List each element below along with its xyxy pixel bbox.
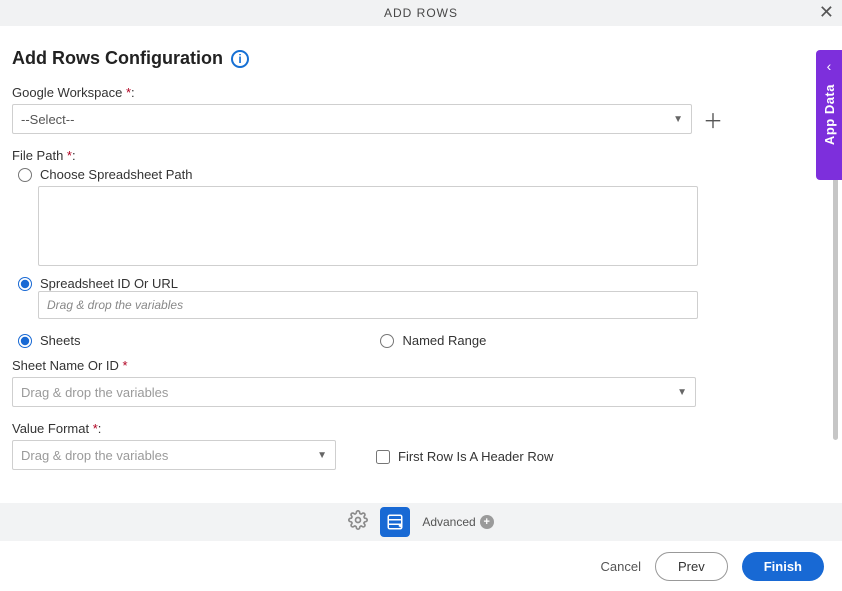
chevron-left-icon: ‹ — [827, 58, 832, 74]
radio-spreadsheet-id-url-label: Spreadsheet ID Or URL — [40, 276, 178, 291]
gear-icon[interactable] — [348, 510, 368, 535]
radio-named-range-label: Named Range — [402, 333, 486, 348]
radio-spreadsheet-id-url-input[interactable] — [18, 277, 32, 291]
chevron-down-icon: ▼ — [317, 450, 327, 461]
radio-sheets[interactable]: Sheets — [18, 333, 80, 348]
radio-sheets-input[interactable] — [18, 334, 32, 348]
cancel-button[interactable]: Cancel — [601, 559, 641, 574]
value-format-placeholder: Drag & drop the variables — [21, 448, 168, 463]
google-workspace-select-value: --Select-- — [21, 112, 74, 127]
sheet-name-field: Sheet Name Or ID * Drag & drop the varia… — [12, 358, 830, 407]
modal-title: ADD ROWS — [384, 6, 458, 20]
radio-choose-spreadsheet-path-input[interactable] — [18, 168, 32, 182]
form-layout-icon[interactable] — [380, 507, 410, 537]
spreadsheet-id-url-input[interactable]: Drag & drop the variables — [38, 291, 698, 319]
file-path-label: File Path *: — [12, 148, 830, 163]
value-format-select[interactable]: Drag & drop the variables ▼ — [12, 440, 336, 470]
advanced-label-text: Advanced — [422, 515, 475, 529]
page-title: Add Rows Configuration i — [12, 48, 830, 69]
prev-button[interactable]: Prev — [655, 552, 728, 581]
google-workspace-select[interactable]: --Select-- ▼ — [12, 104, 692, 134]
modal-root: ADD ROWS ✕ Add Rows Configuration i Goog… — [0, 0, 842, 591]
app-data-side-tab[interactable]: ‹ App Data — [816, 50, 842, 180]
radio-named-range[interactable]: Named Range — [380, 333, 486, 348]
value-format-label: Value Format *: — [12, 421, 336, 436]
bottom-toolbar: Advanced + — [0, 503, 842, 541]
add-google-workspace-button[interactable]: ＋ — [702, 108, 724, 130]
modal-header: ADD ROWS ✕ — [0, 0, 842, 26]
value-format-row: Value Format *: Drag & drop the variable… — [12, 421, 830, 470]
page-title-text: Add Rows Configuration — [12, 48, 223, 69]
chevron-down-icon: ▼ — [677, 387, 687, 398]
form-body: Add Rows Configuration i Google Workspac… — [0, 26, 842, 503]
radio-choose-spreadsheet-path[interactable]: Choose Spreadsheet Path — [18, 167, 830, 182]
radio-sheets-label: Sheets — [40, 333, 80, 348]
first-row-header-label: First Row Is A Header Row — [398, 449, 553, 464]
spreadsheet-path-box[interactable] — [38, 186, 698, 266]
google-workspace-label: Google Workspace *: — [12, 85, 830, 100]
chevron-down-icon: ▼ — [673, 114, 683, 125]
radio-spreadsheet-id-url[interactable]: Spreadsheet ID Or URL — [18, 276, 830, 291]
file-path-field: File Path *: Choose Spreadsheet Path Spr… — [12, 148, 830, 319]
radio-named-range-input[interactable] — [380, 334, 394, 348]
radio-choose-spreadsheet-path-label: Choose Spreadsheet Path — [40, 167, 193, 182]
footer: Cancel Prev Finish — [0, 541, 842, 591]
value-format-field: Value Format *: Drag & drop the variable… — [12, 421, 336, 470]
sheet-name-select[interactable]: Drag & drop the variables ▼ — [12, 377, 696, 407]
finish-button[interactable]: Finish — [742, 552, 824, 581]
first-row-header-checkbox[interactable]: First Row Is A Header Row — [376, 449, 553, 464]
first-row-header-input[interactable] — [376, 450, 390, 464]
app-data-side-label: App Data — [822, 84, 837, 145]
plus-circle-icon: + — [480, 515, 494, 529]
google-workspace-field: Google Workspace *: --Select-- ▼ ＋ — [12, 85, 830, 134]
sheet-name-label: Sheet Name Or ID * — [12, 358, 830, 373]
advanced-toggle[interactable]: Advanced + — [422, 515, 493, 529]
info-icon[interactable]: i — [231, 50, 249, 68]
range-type-group: Sheets Named Range — [18, 333, 830, 348]
sheet-name-placeholder: Drag & drop the variables — [21, 385, 168, 400]
close-icon[interactable]: ✕ — [819, 3, 834, 21]
